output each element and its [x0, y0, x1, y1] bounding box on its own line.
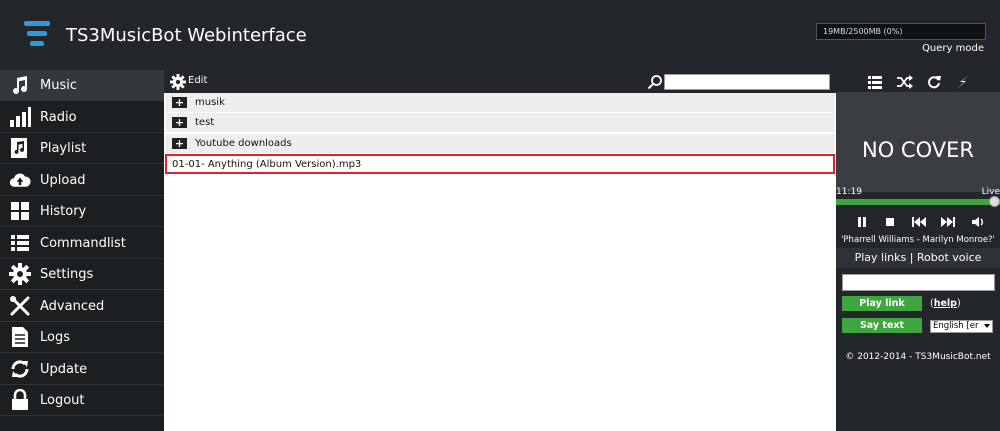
plus-icon[interactable]: + — [172, 117, 187, 128]
sidebar-item-label: History — [40, 203, 87, 219]
folder-label: musik — [195, 97, 225, 108]
previous-icon[interactable] — [912, 214, 926, 228]
sidebar-item-label: Logout — [40, 392, 85, 408]
sidebar: Music Radio Playlist Upload History Comm… — [0, 70, 164, 431]
player-top-controls — [836, 70, 1000, 92]
grid-icon — [9, 200, 31, 222]
storage-usage-bar: 19MB/2500MB (0%) — [816, 23, 986, 40]
pause-icon[interactable] — [855, 214, 869, 228]
volume-icon[interactable] — [971, 214, 985, 228]
sidebar-item-commandlist[interactable]: Commandlist — [0, 228, 164, 259]
repeat-icon[interactable] — [927, 74, 943, 89]
language-value: English [er — [933, 321, 979, 331]
sidebar-item-upload[interactable]: Upload — [0, 165, 164, 196]
sidebar-item-update[interactable]: Update — [0, 354, 164, 385]
file-browser: Edit + musik + test + Youtube downloads … — [164, 70, 836, 431]
plus-icon[interactable]: + — [172, 97, 187, 108]
live-label: Live — [981, 187, 1000, 197]
no-cover-text: NO COVER — [862, 138, 974, 162]
sidebar-item-label: Radio — [40, 109, 77, 125]
help-link[interactable]: help — [934, 298, 957, 309]
folder-row[interactable]: + test — [165, 113, 835, 133]
player-panel: NO COVER 11:19 Live 'Pharrell Williams -… — [836, 70, 1000, 431]
list-icon — [9, 232, 31, 254]
mode-label: Query mode — [922, 43, 984, 54]
sidebar-item-music[interactable]: Music — [0, 70, 164, 101]
music-note-icon — [9, 74, 31, 96]
menu-logo-icon — [24, 21, 50, 47]
play-link-button[interactable]: Play link — [842, 296, 922, 311]
progress-handle[interactable] — [989, 196, 1000, 207]
sidebar-item-label: Upload — [40, 172, 86, 188]
sidebar-item-label: Advanced — [40, 298, 105, 314]
folder-row[interactable]: + Youtube downloads — [165, 134, 835, 154]
list-icon[interactable] — [868, 74, 884, 89]
gear-icon — [9, 263, 31, 285]
edit-button[interactable]: Edit — [188, 75, 207, 86]
file-toolbar: Edit — [164, 70, 836, 93]
folder-row[interactable]: + musik — [165, 93, 835, 113]
player-buttons — [836, 208, 1000, 234]
search-icon — [647, 74, 663, 90]
track-title: 'Pharrell Williams - Marilyn Monroe?' — [841, 235, 995, 245]
sidebar-item-settings[interactable]: Settings — [0, 259, 164, 290]
app-title: TS3MusicBot Webinterface — [66, 25, 307, 46]
refresh-icon — [9, 358, 31, 380]
sidebar-item-label: Logs — [40, 329, 70, 345]
elapsed-time: 11:19 — [836, 187, 862, 197]
sidebar-item-advanced[interactable]: Advanced — [0, 291, 164, 322]
say-text-button[interactable]: Say text — [842, 318, 922, 333]
sidebar-item-label: Playlist — [40, 140, 87, 156]
chevron-down-icon — [984, 324, 990, 328]
progress-slider[interactable] — [836, 196, 1000, 207]
progress-fill — [836, 199, 999, 205]
search-input[interactable] — [664, 74, 830, 90]
sidebar-item-history[interactable]: History — [0, 196, 164, 227]
signal-bars-icon — [9, 106, 31, 128]
file-label: 01-01- Anything (Album Version).mp3 — [172, 159, 362, 170]
file-row-selected[interactable]: 01-01- Anything (Album Version).mp3 — [165, 154, 835, 174]
cloud-upload-icon — [9, 169, 31, 191]
gear-icon[interactable] — [170, 74, 186, 90]
sidebar-item-logout[interactable]: Logout — [0, 385, 164, 416]
sidebar-item-label: Settings — [40, 266, 94, 282]
sidebar-item-logs[interactable]: Logs — [0, 322, 164, 353]
sidebar-item-radio[interactable]: Radio — [0, 102, 164, 133]
plus-icon[interactable]: + — [172, 138, 187, 149]
folder-label: Youtube downloads — [195, 138, 292, 149]
sidebar-item-label: Commandlist — [40, 235, 126, 251]
album-cover: NO COVER — [836, 92, 1000, 192]
sidebar-item-playlist[interactable]: Playlist — [0, 133, 164, 164]
help-text: (help) — [930, 298, 961, 309]
playlist-icon — [9, 137, 31, 159]
shuffle-icon[interactable] — [897, 74, 913, 89]
language-select[interactable]: English [er — [930, 320, 993, 333]
copyright: © 2012-2014 - TS3MusicBot.net — [845, 352, 991, 362]
sidebar-item-label: Update — [40, 361, 88, 377]
folder-label: test — [195, 117, 215, 128]
lightning-icon[interactable] — [956, 74, 972, 89]
lock-icon — [9, 389, 31, 411]
links-header: Play links | Robot voice — [836, 248, 1000, 268]
header: TS3MusicBot Webinterface 19MB/2500MB (0%… — [0, 0, 1000, 70]
sidebar-item-label: Music — [40, 77, 77, 93]
next-icon[interactable] — [941, 214, 955, 228]
tools-icon — [9, 295, 31, 317]
link-input[interactable] — [842, 274, 995, 291]
help-close-paren: ) — [956, 298, 961, 309]
document-icon — [9, 326, 31, 348]
stop-icon[interactable] — [883, 214, 897, 228]
